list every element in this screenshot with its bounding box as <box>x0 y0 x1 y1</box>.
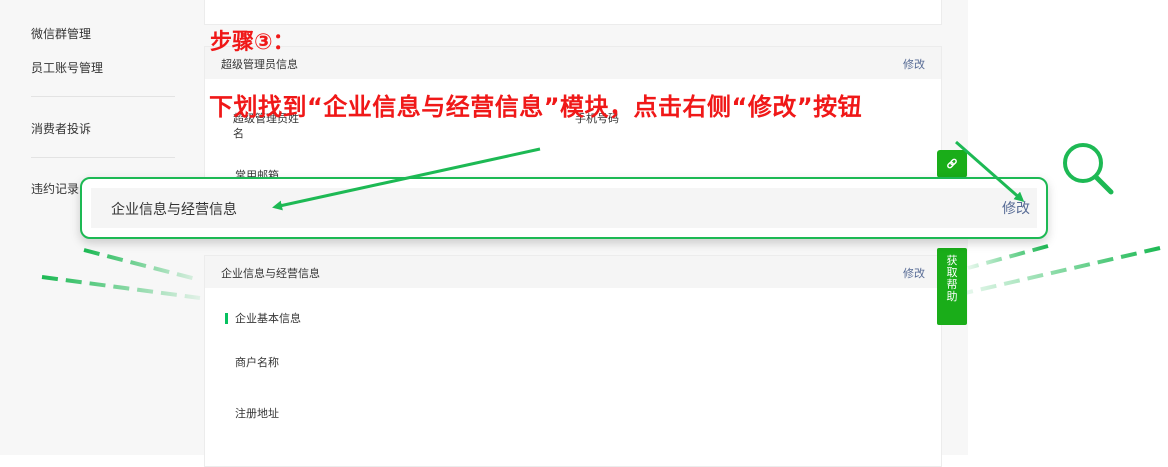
arrow-to-module-title <box>272 147 541 211</box>
arrow-to-edit-link <box>955 140 1025 202</box>
search-icon <box>1063 143 1114 195</box>
annotation-arrows <box>272 140 1114 211</box>
